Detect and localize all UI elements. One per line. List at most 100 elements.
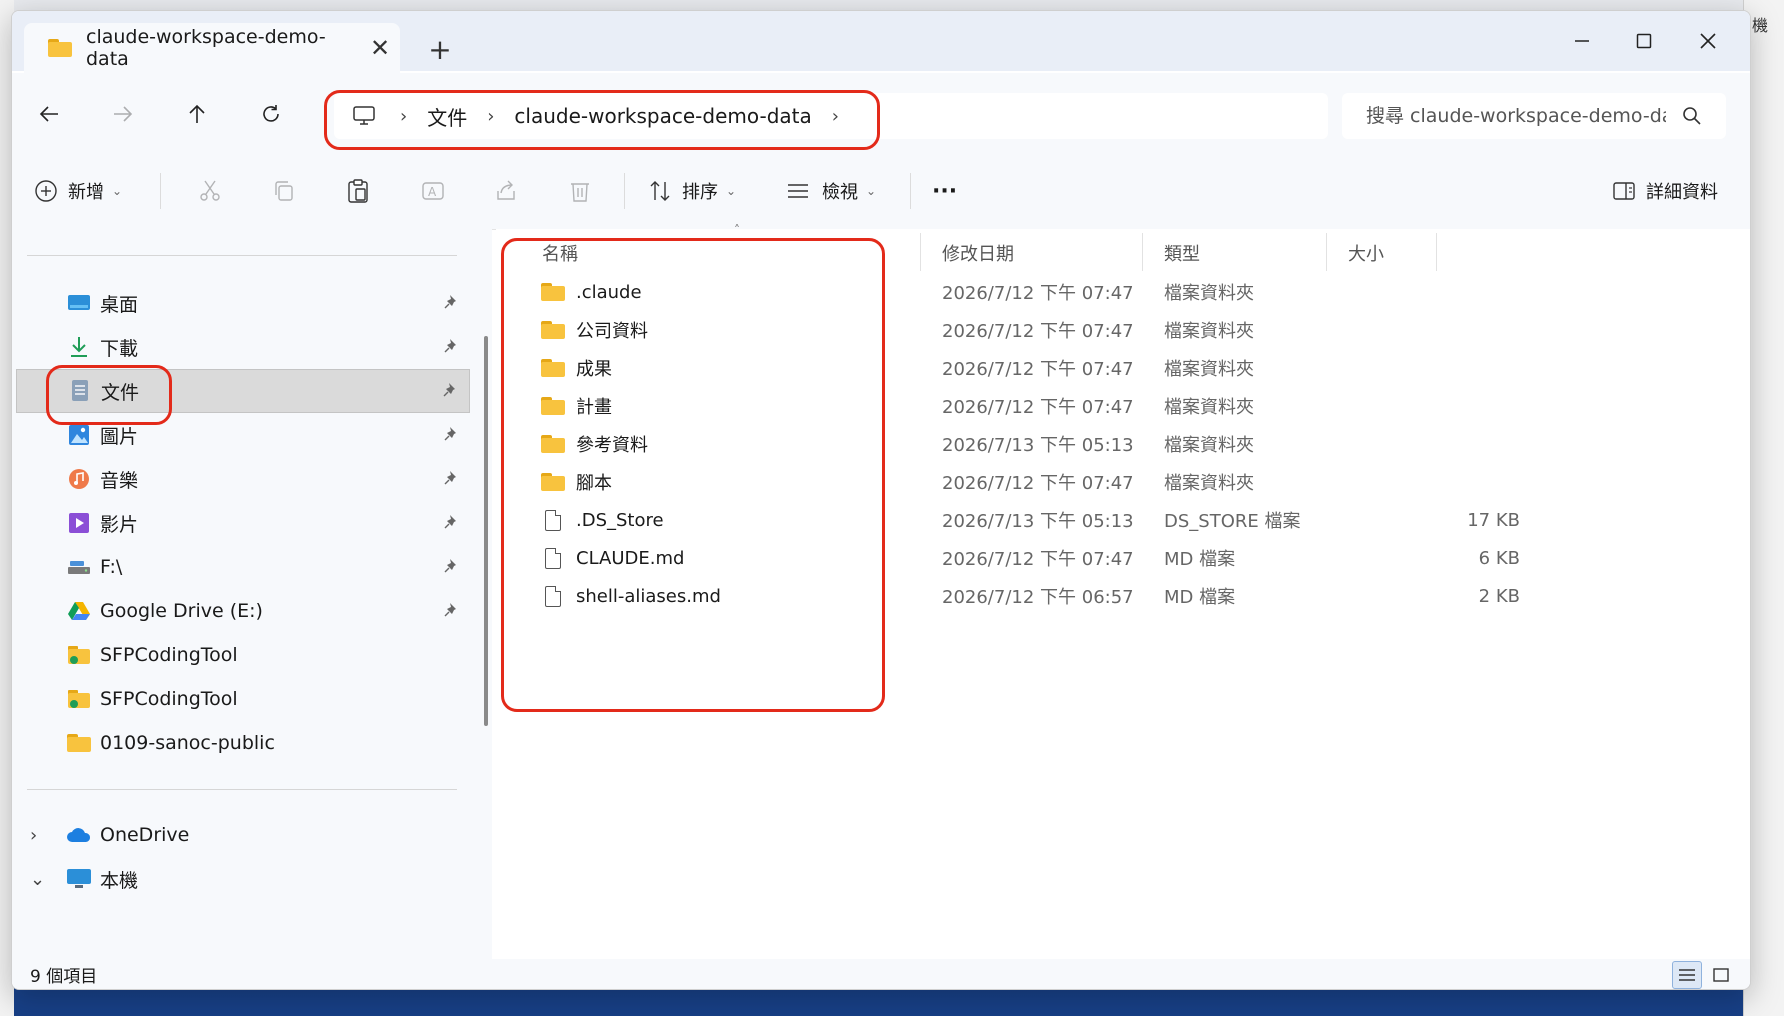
drive-icon <box>66 555 92 579</box>
share-button[interactable] <box>494 167 518 215</box>
toolbar-divider <box>624 173 625 209</box>
pin-icon <box>444 600 460 622</box>
file-modified: 2026/7/12 下午 07:47 <box>942 397 1134 418</box>
forward-button[interactable] <box>98 91 148 137</box>
chevron-right-icon[interactable]: › <box>30 825 37 846</box>
toolbar-divider <box>910 173 911 209</box>
minimize-icon <box>1575 40 1589 42</box>
plus-circle-icon <box>35 180 57 202</box>
paste-button[interactable] <box>346 167 370 215</box>
delete-button[interactable] <box>568 167 592 215</box>
sidebar-item-desktop[interactable]: 桌面 <box>16 281 470 325</box>
tab-claude-workspace-demo-data[interactable]: claude-workspace-demo-data ✕ <box>24 23 400 73</box>
more-options-button[interactable]: ··· <box>932 167 957 215</box>
pin-icon <box>444 292 460 314</box>
status-bar: 9 個項目 <box>12 959 1750 989</box>
sidebar-item-label: 下載 <box>100 337 139 360</box>
column-divider[interactable] <box>1142 233 1143 271</box>
tab-title: claude-workspace-demo-data <box>86 26 326 70</box>
sidebar-item-google-drive[interactable]: Google Drive (E:) <box>16 589 470 633</box>
column-header-size[interactable]: 大小 <box>1348 235 1384 271</box>
details-view-button[interactable] <box>1672 961 1702 989</box>
new-button[interactable]: 新增 ⌄ <box>34 167 122 215</box>
file-type: MD 檔案 <box>1164 549 1236 570</box>
search-box[interactable] <box>1342 93 1726 139</box>
sidebar-item-videos[interactable]: 影片 <box>16 501 470 545</box>
clipboard-icon <box>348 179 368 203</box>
chevron-down-icon[interactable]: ⌄ <box>30 869 45 890</box>
cut-button[interactable] <box>198 167 222 215</box>
copy-button[interactable] <box>272 167 296 215</box>
sort-button-label: 排序 <box>682 182 718 203</box>
maximize-icon <box>1636 33 1652 49</box>
sidebar-divider <box>27 789 457 790</box>
file-modified: 2026/7/12 下午 07:47 <box>942 473 1134 494</box>
column-header-modified[interactable]: 修改日期 <box>942 235 1014 271</box>
column-header-type[interactable]: 類型 <box>1164 235 1200 271</box>
file-type: 檔案資料夾 <box>1164 473 1254 494</box>
sidebar-item-label: SFPCodingTool <box>100 688 238 710</box>
arrow-up-icon <box>189 104 205 123</box>
refresh-icon <box>263 105 279 122</box>
view-button-label: 檢視 <box>822 182 858 203</box>
file-modified: 2026/7/12 下午 06:57 <box>942 587 1134 608</box>
sort-icon <box>650 181 670 201</box>
new-tab-button[interactable]: + <box>420 33 460 66</box>
minimize-button[interactable] <box>1552 19 1612 63</box>
sidebar-item-label: SFPCodingTool <box>100 644 238 666</box>
pin-icon <box>443 380 459 402</box>
file-modified: 2026/7/12 下午 07:47 <box>942 283 1134 304</box>
close-window-button[interactable] <box>1678 19 1738 63</box>
file-size: 6 KB <box>1478 547 1520 569</box>
sidebar-scrollbar-thumb[interactable] <box>484 336 488 726</box>
chevron-down-icon: ⌄ <box>112 184 123 198</box>
sidebar-item-downloads[interactable]: 下載 <box>16 325 470 369</box>
file-type: 檔案資料夾 <box>1164 359 1254 380</box>
view-button[interactable]: 檢視 ⌄ <box>786 167 876 215</box>
file-size <box>1356 349 1520 387</box>
pin-icon <box>444 512 460 534</box>
sidebar-item-sfpcodingtool[interactable]: SFPCodingTool <box>16 633 470 677</box>
search-icon[interactable] <box>1682 106 1702 126</box>
tiles-view-icon <box>1713 968 1729 982</box>
scissors-icon <box>200 180 220 201</box>
item-count: 9 個項目 <box>30 966 98 987</box>
sidebar-item-0109-sanoc-public[interactable]: 0109-sanoc-public <box>16 721 470 765</box>
file-type: 檔案資料夾 <box>1164 397 1254 418</box>
column-divider[interactable] <box>920 233 921 271</box>
file-size <box>1356 387 1520 425</box>
refresh-button[interactable] <box>246 91 296 137</box>
column-divider[interactable] <box>1326 233 1327 271</box>
sidebar-item-onedrive[interactable]: › OneDrive <box>16 813 470 857</box>
maximize-button[interactable] <box>1614 19 1674 63</box>
sidebar-item-label: 本機 <box>100 869 139 892</box>
sidebar-item-label: 影片 <box>100 513 139 536</box>
svg-text:A: A <box>428 185 437 199</box>
sidebar-item-this-pc[interactable]: ⌄ 本機 <box>16 857 470 901</box>
arrow-right-icon <box>114 106 133 122</box>
back-button[interactable] <box>24 91 74 137</box>
copy-icon <box>275 181 293 201</box>
sidebar-item-drive-f[interactable]: F:\ <box>16 545 470 589</box>
tab-close-button[interactable]: ✕ <box>360 34 400 62</box>
google-drive-icon <box>66 599 92 623</box>
sort-button[interactable]: 排序 ⌄ <box>648 167 736 215</box>
pin-icon <box>444 468 460 490</box>
search-input[interactable] <box>1364 104 1668 128</box>
sidebar-item-sfpcodingtool-2[interactable]: SFPCodingTool <box>16 677 470 721</box>
details-pane-button[interactable]: 詳細資料 <box>1612 167 1718 215</box>
column-divider[interactable] <box>1436 233 1437 271</box>
up-button[interactable] <box>172 91 222 137</box>
details-view-icon <box>1679 969 1695 981</box>
file-modified: 2026/7/12 下午 07:47 <box>942 359 1134 380</box>
background-window-title-glyph: 機 <box>1752 16 1769 35</box>
computer-icon <box>66 867 92 891</box>
file-size <box>1356 463 1520 501</box>
sidebar-item-music[interactable]: 音樂 <box>16 457 470 501</box>
sidebar-item-label: Google Drive (E:) <box>100 600 263 622</box>
rename-button[interactable]: A <box>420 167 446 215</box>
chevron-down-icon: ⌄ <box>726 184 737 198</box>
sidebar-item-label: 桌面 <box>100 293 139 316</box>
tiles-view-button[interactable] <box>1706 961 1736 989</box>
navigation-pane: 桌面 下載 文件 圖片 音樂 影片 F:\ Google Drive (E:) … <box>12 229 482 959</box>
